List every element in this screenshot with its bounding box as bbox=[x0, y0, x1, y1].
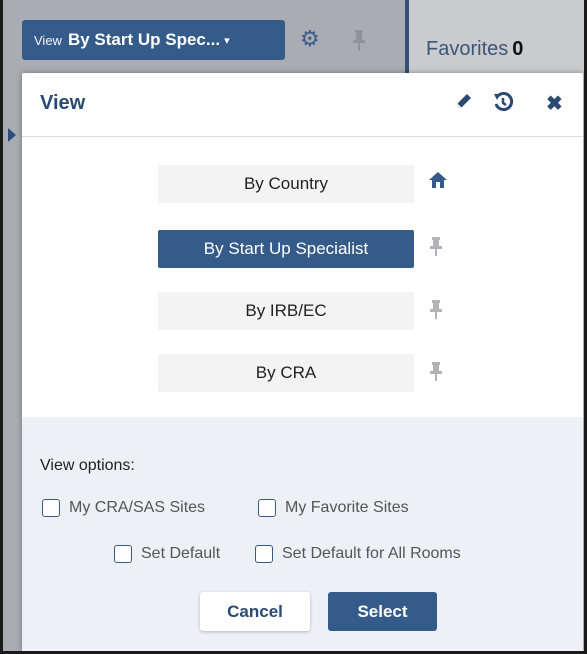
chevron-down-icon: ▾ bbox=[224, 34, 230, 47]
close-icon[interactable]: ✖ bbox=[546, 91, 563, 116]
dialog-footer: View options: My CRA/SAS Sites My Favori… bbox=[22, 417, 583, 651]
view-options-label: View options: bbox=[40, 457, 135, 474]
checkbox-set-default-all-rooms[interactable]: Set Default for All Rooms bbox=[255, 545, 461, 563]
checkbox-my-favorite-sites[interactable]: My Favorite Sites bbox=[258, 499, 409, 517]
edit-icon[interactable] bbox=[454, 91, 474, 117]
gear-icon[interactable]: ⚙ bbox=[300, 26, 320, 52]
pin-icon[interactable] bbox=[430, 237, 442, 262]
checkbox-set-default[interactable]: Set Default bbox=[114, 545, 220, 563]
favorites-header[interactable]: Favorites 0 bbox=[426, 38, 523, 61]
option-by-irb-ec[interactable]: By IRB/EC bbox=[158, 292, 414, 330]
checkbox-box[interactable] bbox=[258, 499, 276, 517]
pin-icon[interactable] bbox=[430, 300, 442, 325]
view-dropdown-prefix: View bbox=[34, 32, 62, 48]
view-dialog: View ✖ By Country By Start Up Specialist bbox=[22, 73, 583, 651]
checkbox-label: My CRA/SAS Sites bbox=[69, 499, 206, 516]
favorites-label: Favorites bbox=[426, 38, 509, 60]
select-button[interactable]: Select bbox=[328, 592, 437, 631]
checkbox-label: Set Default for All Rooms bbox=[282, 545, 461, 562]
option-by-start-up-specialist[interactable]: By Start Up Specialist bbox=[158, 230, 414, 268]
checkbox-label: My Favorite Sites bbox=[285, 499, 409, 516]
view-dropdown[interactable]: View By Start Up Spec... ▾ bbox=[22, 20, 285, 60]
checkbox-label: Set Default bbox=[141, 545, 221, 562]
window-border bbox=[0, 0, 3, 654]
option-by-country[interactable]: By Country bbox=[158, 165, 414, 203]
option-label: By IRB/EC bbox=[245, 301, 327, 320]
expand-arrow-icon[interactable] bbox=[8, 128, 16, 142]
option-label: By Country bbox=[243, 174, 329, 193]
checkbox-box[interactable] bbox=[114, 545, 132, 563]
option-label: By CRA bbox=[255, 363, 317, 382]
pin-icon[interactable] bbox=[352, 30, 366, 57]
home-icon[interactable] bbox=[428, 171, 448, 195]
dialog-header: View ✖ bbox=[22, 73, 583, 137]
favorites-count: 0 bbox=[512, 38, 524, 60]
checkbox-my-cra-sas-sites[interactable]: My CRA/SAS Sites bbox=[42, 499, 205, 517]
checkbox-box[interactable] bbox=[255, 545, 273, 563]
pin-icon[interactable] bbox=[430, 362, 442, 387]
option-by-cra[interactable]: By CRA bbox=[158, 354, 414, 392]
checkbox-box[interactable] bbox=[42, 499, 60, 517]
view-dropdown-value: By Start Up Spec... bbox=[67, 30, 221, 49]
option-label: By Start Up Specialist bbox=[203, 239, 369, 258]
cancel-button[interactable]: Cancel bbox=[200, 592, 310, 631]
history-icon[interactable] bbox=[492, 91, 514, 119]
dialog-title: View bbox=[40, 92, 86, 114]
